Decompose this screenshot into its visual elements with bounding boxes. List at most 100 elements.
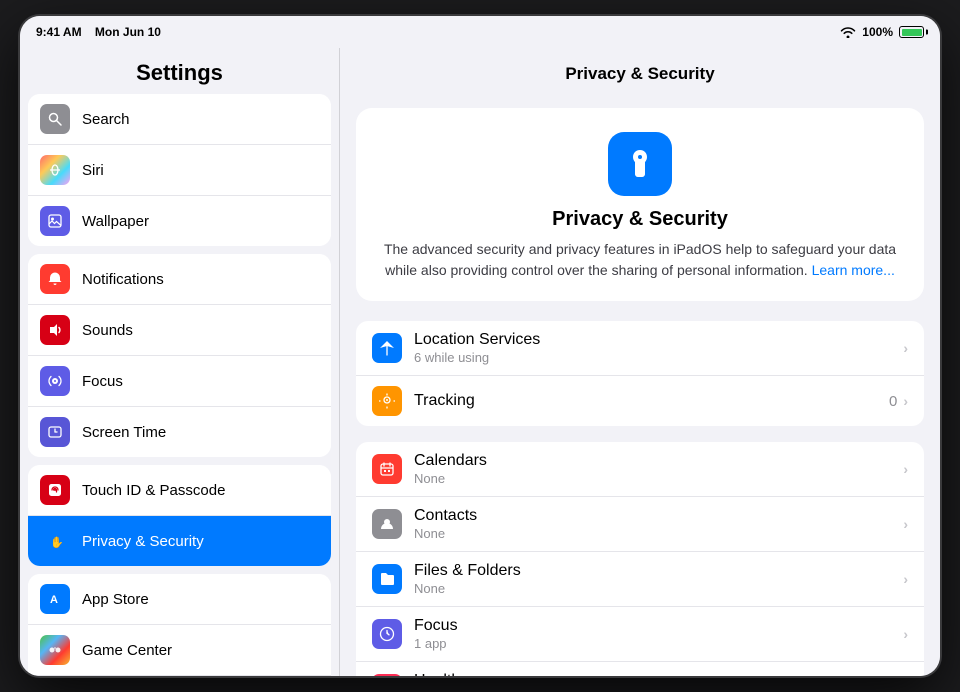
hero-description: The advanced security and privacy featur… (376, 239, 904, 281)
sidebar-item-app-store[interactable]: A App Store (28, 574, 331, 625)
contacts-chevron: › (903, 516, 908, 532)
sidebar-item-search-label: Search (82, 111, 130, 128)
calendars-icon (372, 454, 402, 484)
contacts-subtitle: None (414, 526, 903, 541)
wallpaper-icon (40, 206, 70, 236)
search-icon (40, 104, 70, 134)
ipad-frame: 9:41 AM Mon Jun 10 100% Settings (20, 16, 940, 676)
calendars-right: › (903, 461, 908, 477)
screen-time-icon (40, 417, 70, 447)
files-subtitle: None (414, 581, 903, 596)
sidebar-item-siri-label: Siri (82, 162, 104, 179)
contacts-icon (372, 509, 402, 539)
sidebar-item-screen-time-label: Screen Time (82, 424, 166, 441)
location-services-right: › (903, 340, 908, 356)
siri-icon (40, 155, 70, 185)
tracking-chevron: › (903, 393, 908, 409)
focus-perm-subtitle: 1 app (414, 636, 903, 651)
location-services-subtitle: 6 while using (414, 350, 903, 365)
game-center-icon (40, 635, 70, 665)
sidebar-item-app-store-label: App Store (82, 591, 149, 608)
tracking-icon (372, 386, 402, 416)
files-content: Files & Folders None (414, 562, 903, 596)
settings-group-permissions: Calendars None › Contac (356, 442, 924, 676)
status-time: 9:41 AM Mon Jun 10 (36, 25, 161, 39)
health-icon (372, 674, 402, 676)
hero-card: Privacy & Security The advanced security… (356, 108, 924, 301)
sidebar-item-wallpaper-label: Wallpaper (82, 213, 149, 230)
sidebar-list: Search Siri (20, 94, 339, 676)
sidebar-group-notifications: Notifications Sounds (28, 254, 331, 457)
sidebar-item-sounds-label: Sounds (82, 322, 133, 339)
status-bar: 9:41 AM Mon Jun 10 100% (20, 16, 940, 48)
sidebar-group-apps: A App Store Game Ce (28, 574, 331, 676)
sidebar-item-touch-id[interactable]: Touch ID & Passcode (28, 465, 331, 516)
sidebar-item-focus[interactable]: Focus (28, 356, 331, 407)
right-panel: Privacy & Security Privacy & Security Th… (340, 48, 940, 676)
sidebar-item-privacy-label: Privacy & Security (82, 533, 204, 550)
files-icon (372, 564, 402, 594)
learn-more-link[interactable]: Learn more... (812, 262, 895, 278)
sidebar-item-game-center[interactable]: Game Center (28, 625, 331, 676)
sidebar-item-screen-time[interactable]: Screen Time (28, 407, 331, 457)
contacts-right: › (903, 516, 908, 532)
touch-id-icon (40, 475, 70, 505)
sidebar-title: Settings (20, 48, 339, 94)
location-services-chevron: › (903, 340, 908, 356)
contacts-title: Contacts (414, 507, 903, 525)
location-services-title: Location Services (414, 331, 903, 349)
notifications-icon (40, 264, 70, 294)
svg-text:A: A (50, 594, 58, 606)
sidebar-group-top: Search Siri (28, 94, 331, 246)
calendars-title: Calendars (414, 452, 903, 470)
settings-row-focus-perm[interactable]: Focus 1 app › (356, 607, 924, 662)
tracking-title: Tracking (414, 392, 889, 410)
sidebar-item-wallpaper[interactable]: Wallpaper (28, 196, 331, 246)
settings-row-location-services[interactable]: Location Services 6 while using › (356, 321, 924, 376)
settings-row-tracking[interactable]: Tracking 0 › (356, 376, 924, 426)
sidebar-item-touch-id-label: Touch ID & Passcode (82, 482, 225, 499)
settings-row-calendars[interactable]: Calendars None › (356, 442, 924, 497)
sidebar-item-siri[interactable]: Siri (28, 145, 331, 196)
health-title: Health (414, 672, 903, 676)
battery-fill (902, 29, 922, 36)
date-display: Mon Jun 10 (95, 25, 161, 39)
health-content: Health None (414, 672, 903, 676)
calendars-subtitle: None (414, 471, 903, 486)
focus-perm-content: Focus 1 app (414, 617, 903, 651)
sidebar-group-security: Touch ID & Passcode ✋ Privacy & Security (28, 465, 331, 566)
battery-percent: 100% (862, 25, 893, 39)
panel-title: Privacy & Security (356, 64, 924, 92)
files-right: › (903, 571, 908, 587)
battery-icon (899, 26, 924, 38)
privacy-security-icon: ✋ (40, 526, 70, 556)
focus-perm-title: Focus (414, 617, 903, 635)
location-services-icon (372, 333, 402, 363)
settings-row-files[interactable]: Files & Folders None › (356, 552, 924, 607)
sidebar-item-game-center-label: Game Center (82, 642, 172, 659)
sidebar-item-notifications[interactable]: Notifications (28, 254, 331, 305)
sidebar-item-sounds[interactable]: Sounds (28, 305, 331, 356)
sidebar-item-privacy-security[interactable]: ✋ Privacy & Security (28, 516, 331, 566)
calendars-chevron: › (903, 461, 908, 477)
sidebar-item-focus-label: Focus (82, 373, 123, 390)
time-display: 9:41 AM (36, 25, 82, 39)
tracking-content: Tracking (414, 392, 889, 410)
sidebar-item-search[interactable]: Search (28, 94, 331, 145)
settings-group-location: Location Services 6 while using › (356, 321, 924, 426)
wifi-icon (840, 26, 856, 38)
settings-row-health[interactable]: Health None › (356, 662, 924, 676)
settings-row-contacts[interactable]: Contacts None › (356, 497, 924, 552)
status-right: 100% (840, 25, 924, 39)
main-content: Settings Search (20, 48, 940, 676)
tracking-value: 0 (889, 393, 897, 410)
hero-icon (608, 132, 672, 196)
focus-icon (40, 366, 70, 396)
tracking-right: 0 › (889, 393, 908, 410)
sidebar: Settings Search (20, 48, 340, 676)
svg-text:✋: ✋ (50, 536, 63, 549)
location-services-content: Location Services 6 while using (414, 331, 903, 365)
files-chevron: › (903, 571, 908, 587)
focus-perm-chevron: › (903, 626, 908, 642)
files-title: Files & Folders (414, 562, 903, 580)
